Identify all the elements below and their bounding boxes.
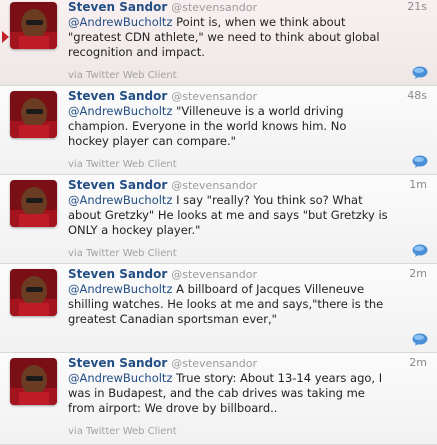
tweet-header: Steven Sandor @stevensandor	[68, 0, 257, 14]
tweet-time[interactable]: 1m	[409, 178, 427, 191]
avatar[interactable]	[10, 91, 57, 138]
mention-link[interactable]: @AndrewBucholtz	[68, 15, 172, 29]
mention-link[interactable]: @AndrewBucholtz	[68, 193, 172, 207]
reply-bubble-icon[interactable]	[412, 333, 428, 346]
tweet-item[interactable]: Steven Sandor @stevensandor 2m @AndrewBuc…	[0, 353, 437, 445]
reply-bubble-icon[interactable]	[412, 155, 428, 168]
avatar[interactable]	[10, 2, 57, 49]
tweet-time[interactable]: 21s	[407, 0, 427, 13]
tweet-item[interactable]: Steven Sandor @stevensandor 1m @AndrewBuc…	[0, 175, 437, 264]
tweet-item[interactable]: Steven Sandor @stevensandor 48s @AndrewBu…	[0, 86, 437, 175]
mention-link[interactable]: @AndrewBucholtz	[68, 371, 172, 385]
author-name[interactable]: Steven Sandor	[68, 0, 167, 14]
tweet-text: @AndrewBucholtz True story: About 13-14 …	[68, 371, 428, 416]
avatar[interactable]	[10, 269, 57, 316]
tweet-text: @AndrewBucholtz A billboard of Jacques V…	[68, 282, 428, 327]
mention-link[interactable]: @AndrewBucholtz	[68, 104, 172, 118]
tweet-time[interactable]: 2m	[409, 356, 427, 369]
tweet-header: Steven Sandor @stevensandor	[68, 89, 257, 103]
author-handle[interactable]: @stevensandor	[171, 179, 257, 192]
tweet-source[interactable]: via Twitter Web Client	[68, 159, 177, 170]
author-handle[interactable]: @stevensandor	[171, 90, 257, 103]
author-handle[interactable]: @stevensandor	[171, 357, 257, 370]
avatar[interactable]	[10, 358, 57, 405]
tweet-text: @AndrewBucholtz Point is, when we think …	[68, 15, 428, 60]
reply-bubble-icon[interactable]	[412, 66, 428, 79]
tweet-header: Steven Sandor @stevensandor	[68, 267, 257, 281]
tweet-time[interactable]: 2m	[409, 267, 427, 280]
author-handle[interactable]: @stevensandor	[171, 268, 257, 281]
tweet-time[interactable]: 48s	[407, 89, 427, 102]
tweet-timeline: Steven Sandor @stevensandor 21s @AndrewBu…	[0, 0, 437, 445]
tweet-source[interactable]: via Twitter Web Client	[68, 248, 177, 259]
reply-bubble-icon[interactable]	[412, 244, 428, 257]
author-name[interactable]: Steven Sandor	[68, 267, 167, 281]
author-handle[interactable]: @stevensandor	[171, 1, 257, 14]
tweet-text: @AndrewBucholtz I say "really? You think…	[68, 193, 428, 238]
tweet-source[interactable]: via Twitter Web Client	[68, 70, 177, 81]
tweet-item[interactable]: Steven Sandor @stevensandor 21s @AndrewBu…	[0, 0, 437, 86]
avatar[interactable]	[10, 180, 57, 227]
author-name[interactable]: Steven Sandor	[68, 178, 167, 192]
author-name[interactable]: Steven Sandor	[68, 89, 167, 103]
tweet-header: Steven Sandor @stevensandor	[68, 178, 257, 192]
tweet-source[interactable]: via Twitter Web Client	[68, 426, 177, 437]
author-name[interactable]: Steven Sandor	[68, 356, 167, 370]
tweet-text: @AndrewBucholtz "Villeneuve is a world d…	[68, 104, 428, 149]
unread-marker-icon	[2, 31, 9, 43]
mention-link[interactable]: @AndrewBucholtz	[68, 282, 172, 296]
tweet-item[interactable]: Steven Sandor @stevensandor 2m @AndrewBuc…	[0, 264, 437, 353]
tweet-header: Steven Sandor @stevensandor	[68, 356, 257, 370]
